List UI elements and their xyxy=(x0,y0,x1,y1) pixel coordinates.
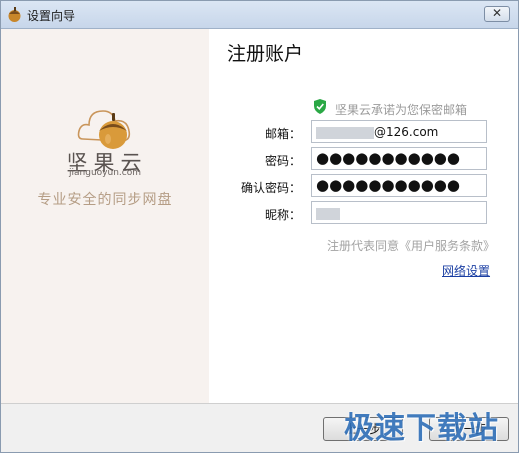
brand-domain: jianguoyun.com xyxy=(69,168,141,178)
confirm-password-field[interactable]: ●●●●●●●●●●● xyxy=(311,174,487,197)
close-button[interactable]: ✕ xyxy=(484,6,510,22)
brand-panel: 坚果云 jianguoyun.com 专业安全的同步网盘 xyxy=(1,29,209,403)
email-label: 邮箱： xyxy=(264,127,301,141)
acorn-app-icon xyxy=(8,7,21,22)
password-field[interactable]: ●●●●●●●●●●● xyxy=(311,147,487,170)
window-title: 设置向导 xyxy=(27,9,76,23)
site-watermark: 极速下载站 xyxy=(344,411,499,446)
confirm-password-label: 确认密码： xyxy=(240,181,301,195)
email-value: @126.com xyxy=(316,125,438,139)
close-icon: ✕ xyxy=(491,6,503,20)
terms-agreement[interactable]: 注册代表同意《用户服务条款》 xyxy=(327,237,495,254)
email-field[interactable]: @126.com xyxy=(311,120,487,143)
jianguoyun-logo-icon xyxy=(77,110,131,149)
setup-wizard-window: 设置向导 ✕ 坚果云 jianguoyun.com 专业安全的同步网盘 注册账户… xyxy=(0,0,519,453)
brand-tagline: 专业安全的同步网盘 xyxy=(37,192,173,208)
redacted-block xyxy=(316,126,374,139)
nickname-field[interactable] xyxy=(311,201,487,224)
shield-check-icon xyxy=(314,99,326,114)
title-bar: 设置向导 ✕ xyxy=(1,1,518,29)
confirm-password-value: ●●●●●●●●●●● xyxy=(316,176,460,194)
nickname-value xyxy=(316,206,340,220)
nickname-label: 昵称： xyxy=(264,208,301,222)
network-settings-link[interactable]: 网络设置 xyxy=(442,262,490,279)
password-label: 密码： xyxy=(264,154,301,168)
page-title: 注册账户 xyxy=(227,43,304,65)
privacy-promise: 坚果云承诺为您保密邮箱 xyxy=(335,103,468,117)
password-value: ●●●●●●●●●●● xyxy=(316,149,460,167)
redacted-block xyxy=(316,207,340,220)
